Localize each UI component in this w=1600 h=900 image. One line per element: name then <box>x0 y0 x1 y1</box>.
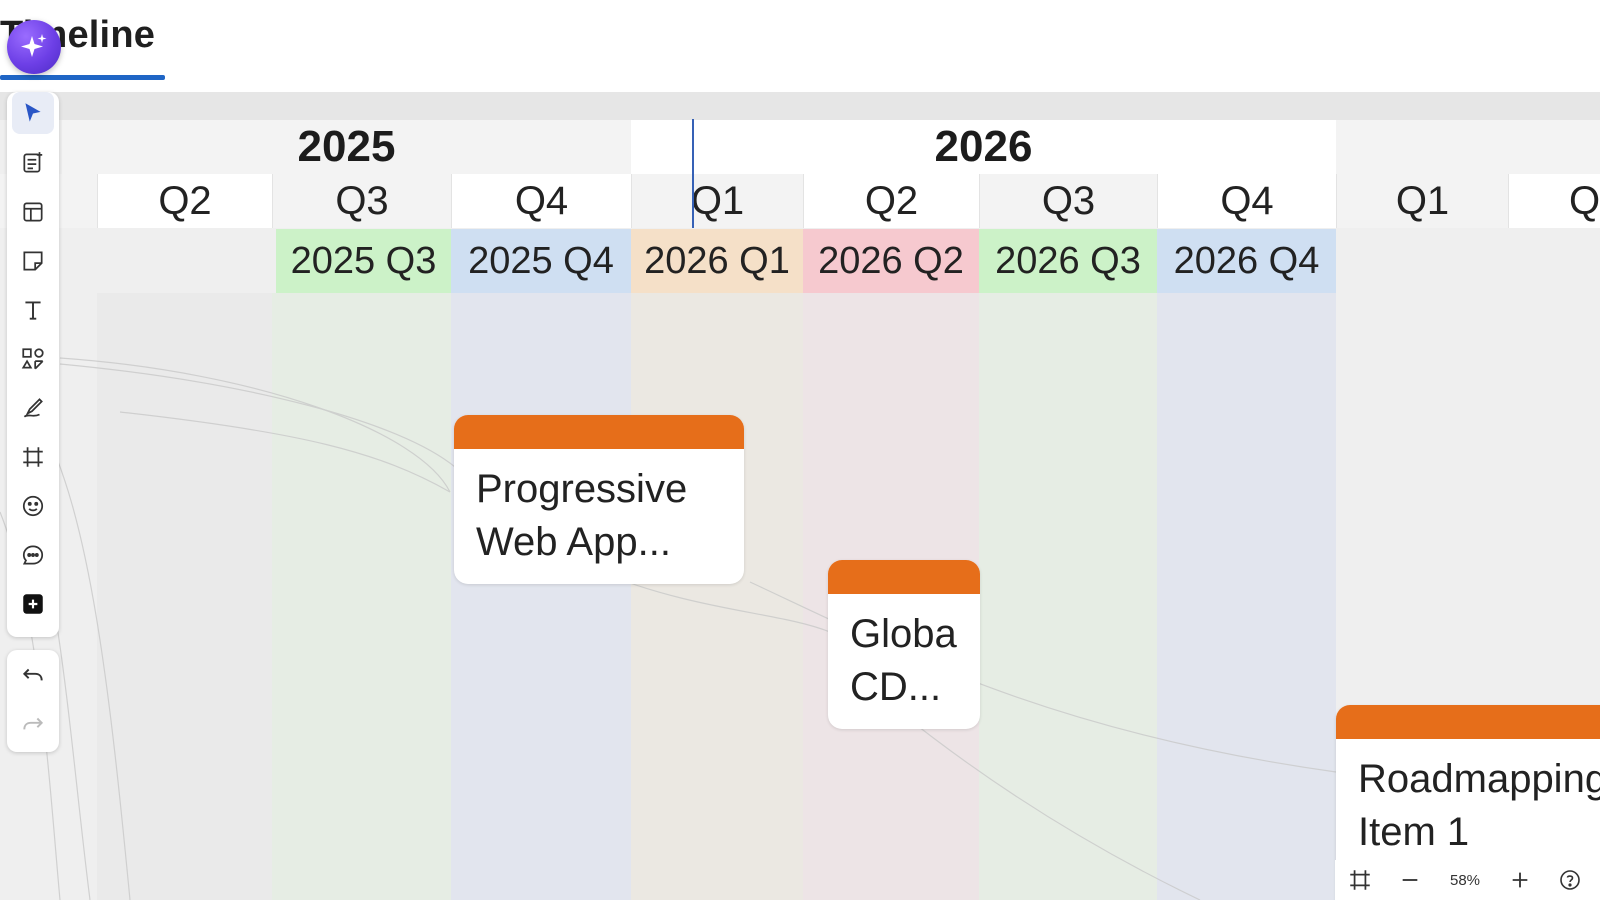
redo-button[interactable] <box>12 704 54 746</box>
templates-button[interactable] <box>12 191 54 233</box>
sticker-tool-button[interactable] <box>12 485 54 527</box>
sticky-note-button[interactable] <box>12 240 54 282</box>
roadmap-card[interactable]: Globa CD... <box>828 560 980 729</box>
comment-tool-button[interactable] <box>12 534 54 576</box>
history-toolbar <box>7 650 59 752</box>
template-icon <box>23 202 43 222</box>
undo-button[interactable] <box>12 655 54 697</box>
cursor-icon <box>25 103 41 122</box>
roadmap-card[interactable]: Progressive Web App... <box>454 415 744 584</box>
undo-icon <box>22 668 43 681</box>
frame-tool-button[interactable] <box>12 436 54 478</box>
text-icon <box>25 301 41 320</box>
card-header-bar <box>454 415 744 449</box>
sparkle-icon <box>21 34 47 57</box>
sticker-icon <box>22 495 44 517</box>
zoom-bar: 58% <box>1335 860 1600 900</box>
text-tool-button[interactable] <box>12 289 54 331</box>
zoom-in-button[interactable] <box>1495 860 1545 900</box>
today-marker-line <box>692 119 694 228</box>
zoom-level[interactable]: 58% <box>1435 860 1495 900</box>
plus-square-icon <box>23 594 43 614</box>
add-note-button[interactable] <box>12 142 54 184</box>
card-header-bar <box>828 560 980 594</box>
whiteboard-canvas[interactable]: 2025 2026 Q2 Q3 Q4 Q1 Q2 Q3 Q4 Q1 Q 2025… <box>0 92 1600 900</box>
help-button[interactable] <box>1545 860 1595 900</box>
ai-assistant-button[interactable] <box>7 20 61 74</box>
select-tool-button[interactable] <box>12 92 54 134</box>
zoom-out-button[interactable] <box>1385 860 1435 900</box>
fit-to-screen-button[interactable] <box>1335 860 1385 900</box>
top-bar: Timeline <box>0 0 1600 92</box>
frame-icon <box>23 447 43 467</box>
shapes-icon <box>21 348 44 370</box>
fit-frame-icon <box>1350 870 1370 890</box>
sticky-note-icon <box>23 251 43 271</box>
redo-icon <box>23 717 44 730</box>
plus-icon <box>1512 872 1528 888</box>
card-title: Roadmapping Item 1 <box>1358 757 1600 854</box>
shapes-tool-button[interactable] <box>12 338 54 380</box>
card-header-bar <box>1336 705 1600 739</box>
pen-icon <box>23 398 43 418</box>
pen-tool-button[interactable] <box>12 387 54 429</box>
note-add-icon <box>23 152 43 173</box>
help-icon <box>1560 870 1580 890</box>
left-toolbar <box>7 92 59 637</box>
active-tab-indicator <box>0 75 165 80</box>
more-tools-button[interactable] <box>12 583 54 625</box>
card-title: Globa CD... <box>850 612 957 709</box>
comment-icon <box>22 545 44 565</box>
minus-icon <box>1402 879 1418 881</box>
card-title: Progressive Web App... <box>476 467 688 564</box>
zoom-level-text: 58% <box>1449 871 1481 889</box>
